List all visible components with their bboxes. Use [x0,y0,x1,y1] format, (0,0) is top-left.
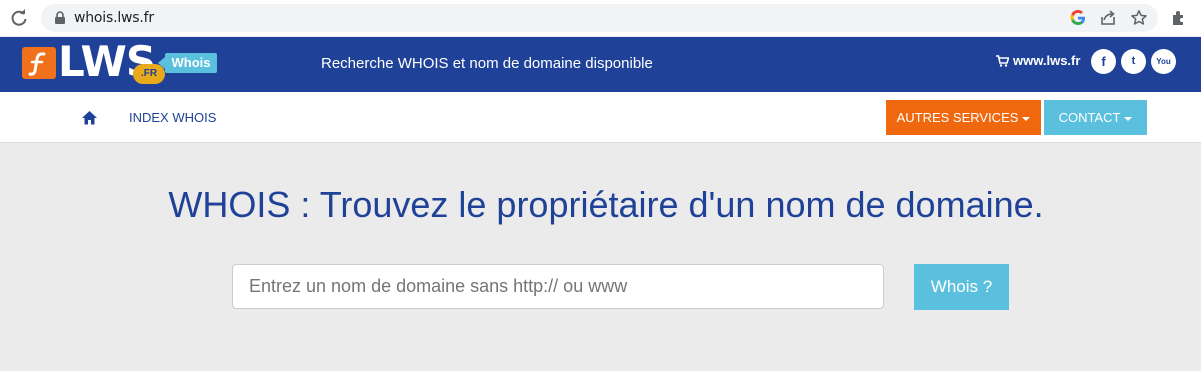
nav-index-whois[interactable]: INDEX WHOIS [129,110,216,125]
star-icon[interactable] [1130,9,1148,27]
site-header: LWS .FR Whois Recherche WHOIS et nom de … [0,37,1201,92]
nav-bar: INDEX WHOIS AUTRES SERVICES CONTACT [0,92,1201,143]
youtube-icon[interactable]: You [1151,49,1176,74]
cart-icon [996,54,1009,67]
autres-services-button[interactable]: AUTRES SERVICES [886,100,1041,135]
whois-badge: Whois [158,53,217,73]
home-icon[interactable] [81,110,98,125]
logo-mark-glyph-icon [28,52,46,76]
site-link[interactable]: www.lws.fr [996,53,1080,68]
extensions-icon[interactable] [1170,9,1188,27]
address-bar[interactable]: whois.lws.fr [41,4,1158,32]
autres-services-label: AUTRES SERVICES [896,110,1019,125]
chevron-down-icon [1022,116,1031,121]
whois-submit-button[interactable]: Whois ? [914,264,1009,310]
logo-mark [22,47,56,79]
page-title: WHOIS : Trouvez le propriétaire d'un nom… [168,184,1044,225]
header-tagline: Recherche WHOIS et nom de domaine dispon… [321,55,653,72]
domain-search-input[interactable] [232,264,884,309]
reload-icon[interactable] [9,8,29,28]
site-link-label: www.lws.fr [1013,53,1081,68]
url-text[interactable]: whois.lws.fr [74,10,154,26]
contact-label: CONTACT [1058,110,1121,125]
google-icon[interactable] [1069,9,1087,27]
lock-icon[interactable] [53,11,67,25]
browser-toolbar: whois.lws.fr [0,0,1201,36]
twitter-icon[interactable]: t [1121,49,1146,74]
chevron-down-icon [1124,116,1133,121]
share-icon[interactable] [1099,9,1117,27]
facebook-icon[interactable]: f [1091,49,1116,74]
contact-button[interactable]: CONTACT [1044,100,1147,135]
lws-logo[interactable]: LWS .FR Whois [22,37,222,87]
